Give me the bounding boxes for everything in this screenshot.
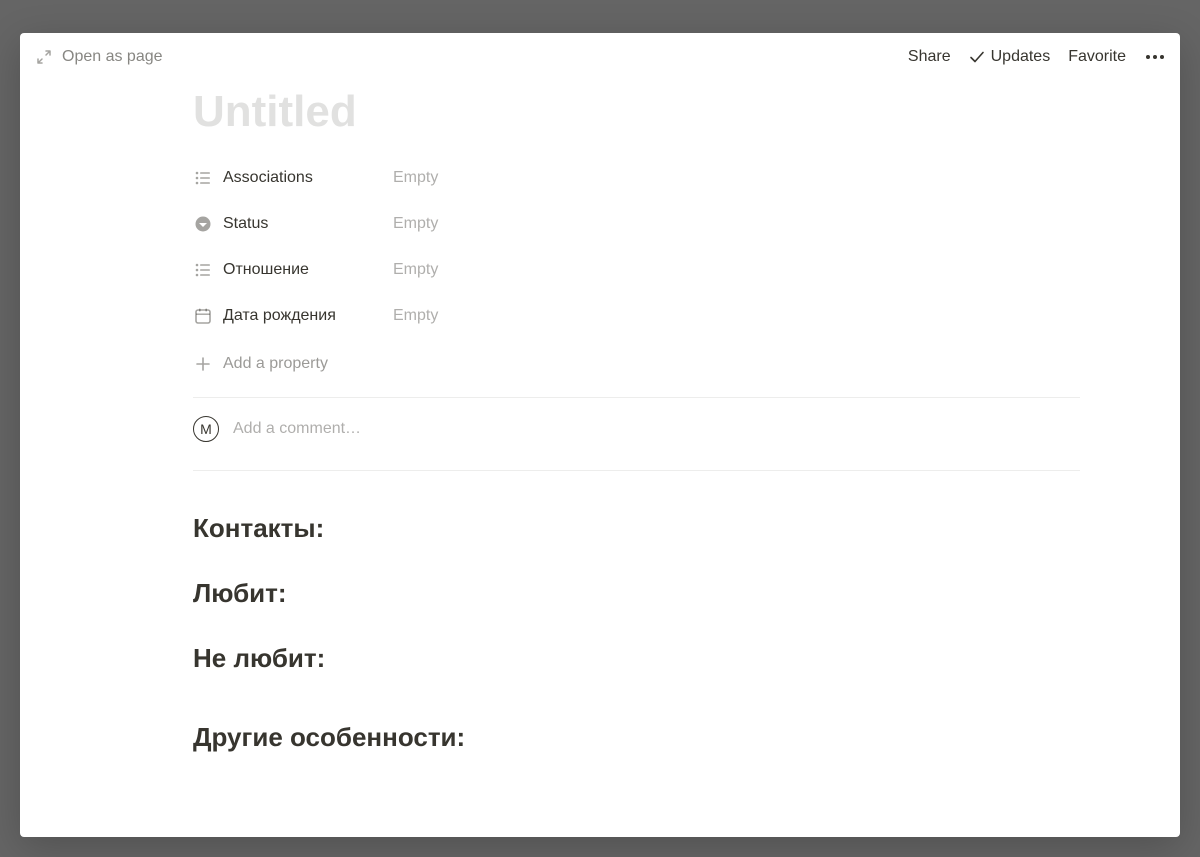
property-row-status: Status Empty (193, 201, 1080, 247)
checkmark-icon (969, 49, 985, 65)
property-label[interactable]: Status (193, 214, 393, 234)
property-label[interactable]: Отношение (193, 260, 393, 280)
avatar: M (193, 416, 219, 442)
updates-button[interactable]: Updates (969, 48, 1051, 66)
header-actions: Share Updates Favorite (908, 48, 1166, 66)
heading-likes[interactable]: Любит: (193, 578, 1080, 609)
properties-list: Associations Empty Status Empty (193, 155, 1080, 387)
dot-icon (1146, 55, 1150, 59)
page-content[interactable]: Контакты: Любит: Не любит: Другие особен… (193, 471, 1080, 753)
share-button[interactable]: Share (908, 48, 951, 66)
add-property-button[interactable]: Add a property (193, 341, 1080, 387)
list-icon (193, 260, 213, 280)
page-title[interactable]: Untitled (193, 87, 1080, 137)
heading-contacts[interactable]: Контакты: (193, 513, 1080, 544)
dot-icon (1160, 55, 1164, 59)
property-row-relation: Отношение Empty (193, 247, 1080, 293)
plus-icon (193, 354, 213, 374)
property-value[interactable]: Empty (393, 261, 438, 279)
page-modal: Open as page Share Updates Favorite (20, 33, 1180, 837)
modal-body: Untitled Associations Empty Status (20, 81, 1180, 837)
property-value[interactable]: Empty (393, 307, 438, 325)
status-icon (193, 214, 213, 234)
property-row-birthdate: Дата рождения Empty (193, 293, 1080, 339)
property-row-associations: Associations Empty (193, 155, 1080, 201)
property-label[interactable]: Associations (193, 168, 393, 188)
expand-icon (34, 47, 54, 67)
heading-other[interactable]: Другие особенности: (193, 722, 1080, 753)
more-options-button[interactable] (1144, 55, 1166, 59)
calendar-icon (193, 306, 213, 326)
property-value[interactable]: Empty (393, 215, 438, 233)
favorite-button[interactable]: Favorite (1068, 48, 1126, 66)
dot-icon (1153, 55, 1157, 59)
heading-dislikes[interactable]: Не любит: (193, 643, 1080, 674)
open-as-page-label: Open as page (62, 48, 163, 66)
comment-input[interactable]: Add a comment… (233, 420, 361, 438)
property-label[interactable]: Дата рождения (193, 306, 393, 326)
list-icon (193, 168, 213, 188)
property-value[interactable]: Empty (393, 169, 438, 187)
comment-row: M Add a comment… (193, 398, 1080, 460)
open-as-page-button[interactable]: Open as page (34, 47, 163, 67)
modal-header: Open as page Share Updates Favorite (20, 33, 1180, 81)
